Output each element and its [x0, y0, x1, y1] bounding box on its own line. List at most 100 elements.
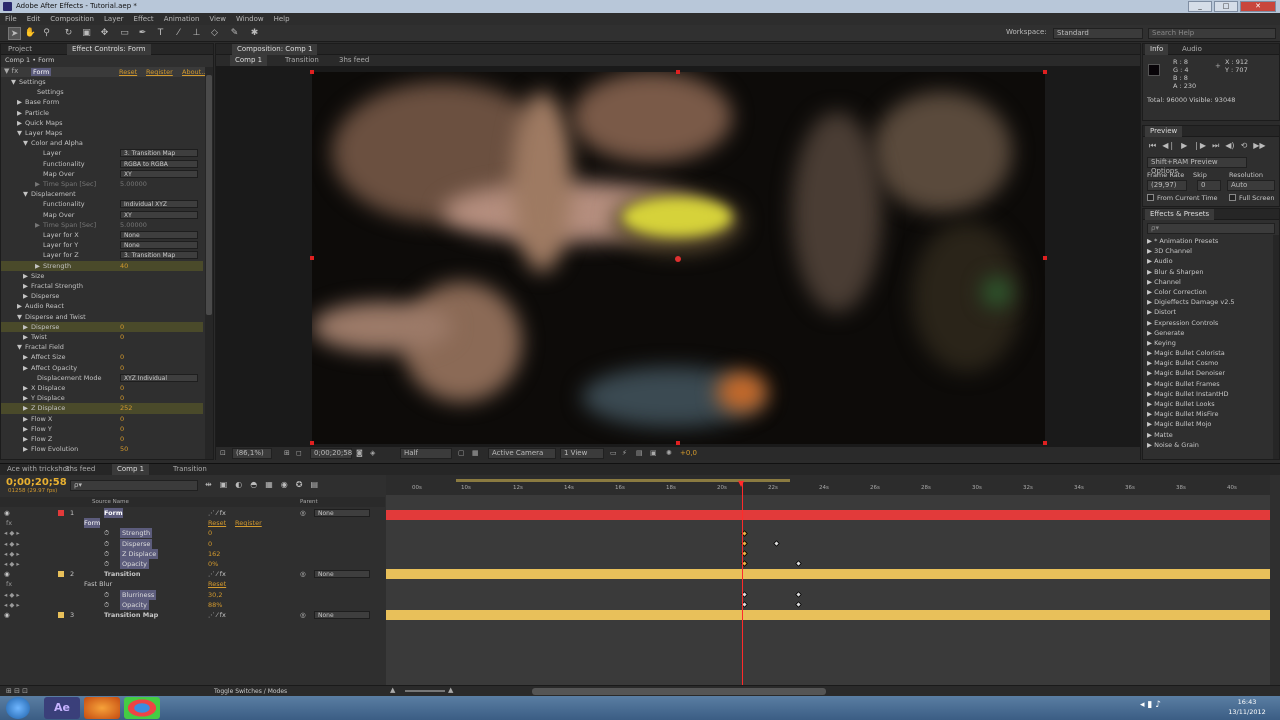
loop-icon[interactable]: ⟲	[1241, 141, 1248, 151]
camera-tool-icon[interactable]: ▣	[80, 27, 93, 40]
parent-pickwhip-icon[interactable]: ◎	[300, 508, 306, 518]
flowchart-icon[interactable]: ▣	[650, 449, 657, 457]
property-value[interactable]: 0%	[208, 559, 218, 569]
effect-property-dropdown[interactable]: RGBA to RGBA	[120, 159, 198, 168]
layer-handle-tr[interactable]	[1043, 70, 1047, 74]
layer-effect-row[interactable]: fx Form Reset Register	[0, 518, 385, 529]
label-color-swatch[interactable]	[58, 571, 64, 578]
effect-property-row[interactable]: ▶ Z Displace 252	[1, 403, 203, 414]
region-of-interest-icon[interactable]: ▢	[458, 449, 465, 457]
stopwatch-icon[interactable]: ⏱	[104, 600, 109, 610]
menu-effect[interactable]: Effect	[134, 13, 154, 25]
layer-handle-bl[interactable]	[310, 441, 314, 445]
start-button-icon[interactable]	[6, 697, 30, 719]
layer-handle-tl[interactable]	[310, 70, 314, 74]
menu-file[interactable]: File	[5, 13, 17, 25]
layer-name[interactable]: Transition Map	[104, 610, 158, 620]
current-time-field[interactable]: 0;00;20;58	[310, 448, 352, 459]
effect-property-row[interactable]: ▶ Base Form	[1, 97, 203, 107]
effect-property-row[interactable]: ▶ Time Span [Sec] 5.00000	[1, 179, 203, 189]
effects-category-item[interactable]: ▶ Magic Bullet Mojo	[1147, 419, 1269, 429]
resolution-preview-dropdown[interactable]: Auto	[1227, 180, 1275, 191]
live-update-icon[interactable]: ▣	[220, 480, 228, 489]
anchor-point-icon[interactable]	[675, 256, 681, 262]
mask-icon[interactable]: ◻	[296, 449, 302, 457]
layer-property-row[interactable]: ◂ ◆ ▸ ⏱ Disperse 0	[0, 538, 385, 549]
property-value[interactable]: 0	[208, 528, 212, 538]
menu-view[interactable]: View	[209, 13, 226, 25]
pan-behind-tool-icon[interactable]: ✥	[98, 27, 111, 40]
time-ruler[interactable]: 00s 10s 12s 14s 16s 18s 20s 22s 24s 26s 28s 30s 32s 3…	[386, 475, 1270, 495]
keyframe[interactable]	[794, 600, 803, 609]
effect-property-row[interactable]: Layer 3. Transition Map	[1, 148, 203, 158]
after-effects-taskbar-icon[interactable]: Ae	[44, 697, 80, 719]
disclosure-triangle-icon[interactable]: ▶	[23, 424, 28, 434]
disclosure-triangle-icon[interactable]: ▶	[17, 97, 22, 107]
previous-frame-icon[interactable]: ◀❘	[1162, 141, 1175, 151]
disclosure-triangle-icon[interactable]: ▶	[23, 271, 28, 281]
effect-property-row[interactable]: ▶ X Displace 0	[1, 383, 203, 393]
effect-property-value[interactable]: 50	[120, 444, 128, 454]
effect-property-value[interactable]: 40	[120, 261, 128, 271]
parent-dropdown[interactable]: None	[314, 570, 370, 579]
effect-property-row[interactable]: Layer for Z 3. Transition Map	[1, 250, 203, 260]
tab-info[interactable]: Info	[1145, 44, 1169, 55]
rectangle-tool-icon[interactable]: ▭	[118, 27, 131, 40]
keyframe[interactable]	[794, 559, 803, 568]
disclosure-triangle-icon[interactable]: ▶	[23, 291, 28, 301]
clone-stamp-tool-icon[interactable]: ⊥	[190, 27, 203, 40]
puppet-tool-icon[interactable]: ✱	[248, 27, 261, 40]
transparency-grid-icon[interactable]: ▦	[472, 449, 479, 457]
hide-shy-layers-icon[interactable]: ◓	[250, 480, 257, 489]
effects-category-item[interactable]: ▶ Magic Bullet Colorista	[1147, 348, 1269, 358]
visibility-eye-icon[interactable]: ◉	[4, 610, 10, 620]
disclosure-triangle-icon[interactable]: ▶	[23, 434, 28, 444]
type-tool-icon[interactable]: T	[154, 27, 167, 40]
tab-effect-controls[interactable]: Effect Controls: Form	[67, 44, 151, 55]
effect-property-row[interactable]: ▶ Audio React	[1, 301, 203, 311]
stopwatch-icon[interactable]: ⏱	[104, 528, 109, 538]
effects-category-item[interactable]: ▶ Digieffects Damage v2.5	[1147, 297, 1269, 307]
brainstorm-icon[interactable]: ✪	[296, 480, 303, 489]
effect-property-dropdown[interactable]: XY	[120, 169, 198, 178]
layer-row[interactable]: ◉ 3 Transition Map ⋰ ⁄ fx ◎ None	[0, 610, 385, 620]
effect-property-value[interactable]: 0	[120, 322, 124, 332]
frame-blending-icon[interactable]: ▦	[265, 480, 273, 489]
eraser-tool-icon[interactable]: ◇	[208, 27, 221, 40]
effect-property-row[interactable]: ▶ Flow Z 0	[1, 434, 203, 444]
parent-dropdown[interactable]: None	[314, 611, 370, 619]
layer-3-bar[interactable]	[386, 610, 1270, 620]
roto-brush-tool-icon[interactable]: ✎	[228, 27, 241, 40]
last-frame-icon[interactable]: ⏭	[1212, 141, 1219, 151]
layer-property-row[interactable]: ◂ ◆ ▸ ⏱ Z Displace 162	[0, 548, 385, 559]
layer-handle-br[interactable]	[1043, 441, 1047, 445]
keyframe-navigator-icon[interactable]: ◂ ◆ ▸	[4, 528, 20, 538]
disclosure-triangle-icon[interactable]: ▶	[17, 118, 22, 128]
rotate-tool-icon[interactable]: ↻	[62, 27, 75, 40]
effect-property-value[interactable]: 5.00000	[120, 220, 147, 230]
effect-property-row[interactable]: ▼ Layer Maps	[1, 128, 203, 138]
layer-2-bar[interactable]	[386, 569, 1270, 579]
frame-rate-dropdown[interactable]: (29,97)	[1147, 180, 1187, 191]
label-color-swatch[interactable]	[58, 612, 64, 618]
effects-search-input[interactable]: ρ▾	[1147, 223, 1275, 234]
parent-pickwhip-icon[interactable]: ◎	[300, 610, 306, 620]
effects-category-item[interactable]: ▶ * Animation Presets	[1147, 236, 1269, 246]
subtab-comp-1[interactable]: Comp 1	[230, 55, 268, 66]
register-link[interactable]: Register	[146, 68, 173, 76]
first-frame-icon[interactable]: ⏮	[1149, 141, 1156, 151]
effect-property-row[interactable]: ▶ Flow Y 0	[1, 424, 203, 434]
timeline-search-input[interactable]: ρ▾	[70, 480, 198, 491]
effect-reset-link[interactable]: Reset	[208, 518, 226, 528]
maximize-button[interactable]: □	[1214, 1, 1238, 12]
fx-icon[interactable]: fx	[6, 579, 12, 589]
effects-category-item[interactable]: ▶ Keying	[1147, 338, 1269, 348]
layer-1-bar[interactable]	[386, 510, 1270, 520]
effects-category-item[interactable]: ▶ Audio	[1147, 256, 1269, 266]
timeline-zoom-slider[interactable]	[405, 690, 445, 692]
from-current-time-checkbox[interactable]	[1147, 194, 1154, 201]
effect-property-value[interactable]: 0	[120, 434, 124, 444]
layer-name[interactable]: Form	[104, 508, 123, 518]
stopwatch-icon[interactable]: ⏱	[104, 549, 109, 559]
property-value[interactable]: 88%	[208, 600, 222, 610]
